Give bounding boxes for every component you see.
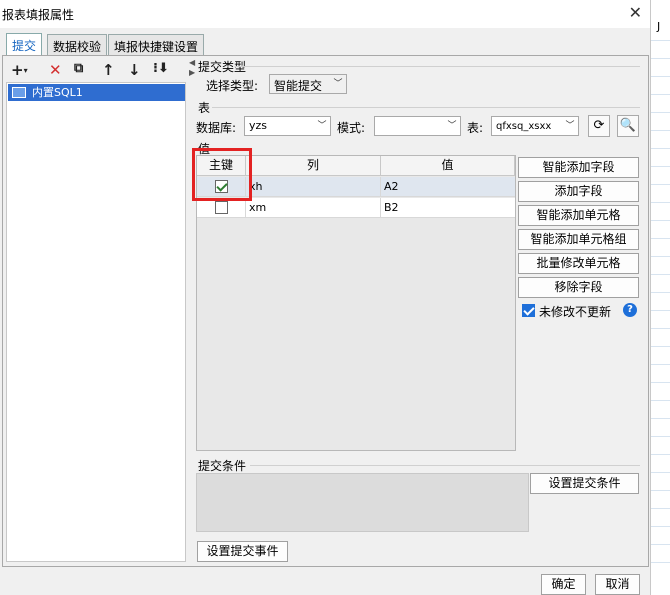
list-item[interactable]: 内置SQL1 xyxy=(8,84,185,101)
splitter-right-arrow-icon[interactable]: ▶ xyxy=(189,68,195,77)
tab-data-validation[interactable]: 数据校验 xyxy=(47,34,108,56)
table-row[interactable]: xm B2 xyxy=(197,198,515,218)
table-section-label: 表 xyxy=(198,101,211,115)
delete-icon[interactable]: ✕ xyxy=(49,61,62,79)
tab-submit[interactable]: 提交 xyxy=(6,33,43,56)
chevron-down-icon: ﹀ xyxy=(317,121,327,131)
smart-add-cells-button[interactable]: 智能添加单元格 xyxy=(518,205,639,226)
list-item-label: 内置SQL1 xyxy=(32,86,83,99)
no-update-unmodified-checkbox[interactable] xyxy=(522,304,535,317)
move-down-icon[interactable]: ↓ xyxy=(128,61,141,79)
window-title: 报表填报属性 xyxy=(2,8,75,22)
panel-splitter[interactable]: ◀ ▶ xyxy=(189,56,195,566)
submit-condition-section-label: 提交条件 xyxy=(198,459,247,473)
value-cell[interactable]: A2 xyxy=(381,177,515,196)
tab-shortcut-settings[interactable]: 填报快捷键设置 xyxy=(108,34,205,56)
splitter-left-arrow-icon[interactable]: ◀ xyxy=(189,58,195,67)
chevron-down-icon: ﹀ xyxy=(447,121,457,131)
table-icon xyxy=(12,87,26,98)
close-icon[interactable]: ✕ xyxy=(629,3,642,22)
set-submit-condition-button[interactable]: 设置提交条件 xyxy=(530,473,639,494)
schema-label: 模式: xyxy=(337,121,366,135)
sql-list: 内置SQL1 xyxy=(6,82,186,562)
title-bar: 报表填报属性 ✕ xyxy=(0,0,650,28)
column-header-value[interactable]: 值 xyxy=(381,156,515,176)
sort-icon[interactable]: ⁝⬇ xyxy=(153,61,169,76)
add-icon[interactable]: +▾ xyxy=(11,61,28,79)
value-cell[interactable]: B2 xyxy=(381,198,515,217)
column-cell[interactable]: xm xyxy=(246,198,381,217)
schema-select[interactable]: ﹀ xyxy=(374,116,461,136)
help-icon[interactable]: ? xyxy=(623,303,637,317)
table-value: qfxsq_xsxx xyxy=(496,121,552,132)
select-type-label: 选择类型: xyxy=(206,79,259,93)
refresh-icon[interactable]: ⟳ xyxy=(588,115,610,137)
chevron-down-icon: ﹀ xyxy=(333,79,343,89)
sql-list-toolbar: +▾ ✕ ⧉ ↑ ↓ ⁝⬇ xyxy=(6,59,186,81)
cancel-button[interactable]: 取消 xyxy=(595,574,640,595)
database-value: yzs xyxy=(249,119,268,132)
ok-button[interactable]: 确定 xyxy=(541,574,586,595)
column-header-column[interactable]: 列 xyxy=(246,156,381,176)
table-label: 表: xyxy=(467,121,484,135)
table-select[interactable]: qfxsq_xsxx ﹀ xyxy=(491,116,579,136)
remove-field-button[interactable]: 移除字段 xyxy=(518,277,639,298)
copy-icon[interactable]: ⧉ xyxy=(74,61,83,76)
set-submit-event-button[interactable]: 设置提交事件 xyxy=(197,541,288,562)
submit-condition-box xyxy=(196,473,529,532)
divider xyxy=(235,66,640,67)
highlight-box xyxy=(192,148,252,201)
submit-type-select[interactable]: 智能提交 ﹀ xyxy=(269,74,347,94)
move-up-icon[interactable]: ↑ xyxy=(102,61,115,79)
background-sheet-strip: J xyxy=(650,0,670,595)
no-update-unmodified-label: 未修改不更新 xyxy=(539,305,612,319)
smart-add-fields-button[interactable]: 智能添加字段 xyxy=(518,157,639,178)
chevron-down-icon: ﹀ xyxy=(565,121,575,131)
divider xyxy=(212,107,640,108)
preview-icon[interactable]: 🔍 xyxy=(617,115,639,137)
add-field-button[interactable]: 添加字段 xyxy=(518,181,639,202)
divider xyxy=(250,465,640,466)
column-cell[interactable]: xh xyxy=(246,177,381,196)
batch-modify-cells-button[interactable]: 批量修改单元格 xyxy=(518,253,639,274)
database-select[interactable]: yzs ﹀ xyxy=(244,116,331,136)
smart-add-cell-group-button[interactable]: 智能添加单元格组 xyxy=(518,229,639,250)
column-header-letter: J xyxy=(657,20,661,33)
primary-key-checkbox[interactable] xyxy=(215,201,228,214)
database-label: 数据库: xyxy=(196,121,237,135)
submit-type-value: 智能提交 xyxy=(274,79,323,93)
